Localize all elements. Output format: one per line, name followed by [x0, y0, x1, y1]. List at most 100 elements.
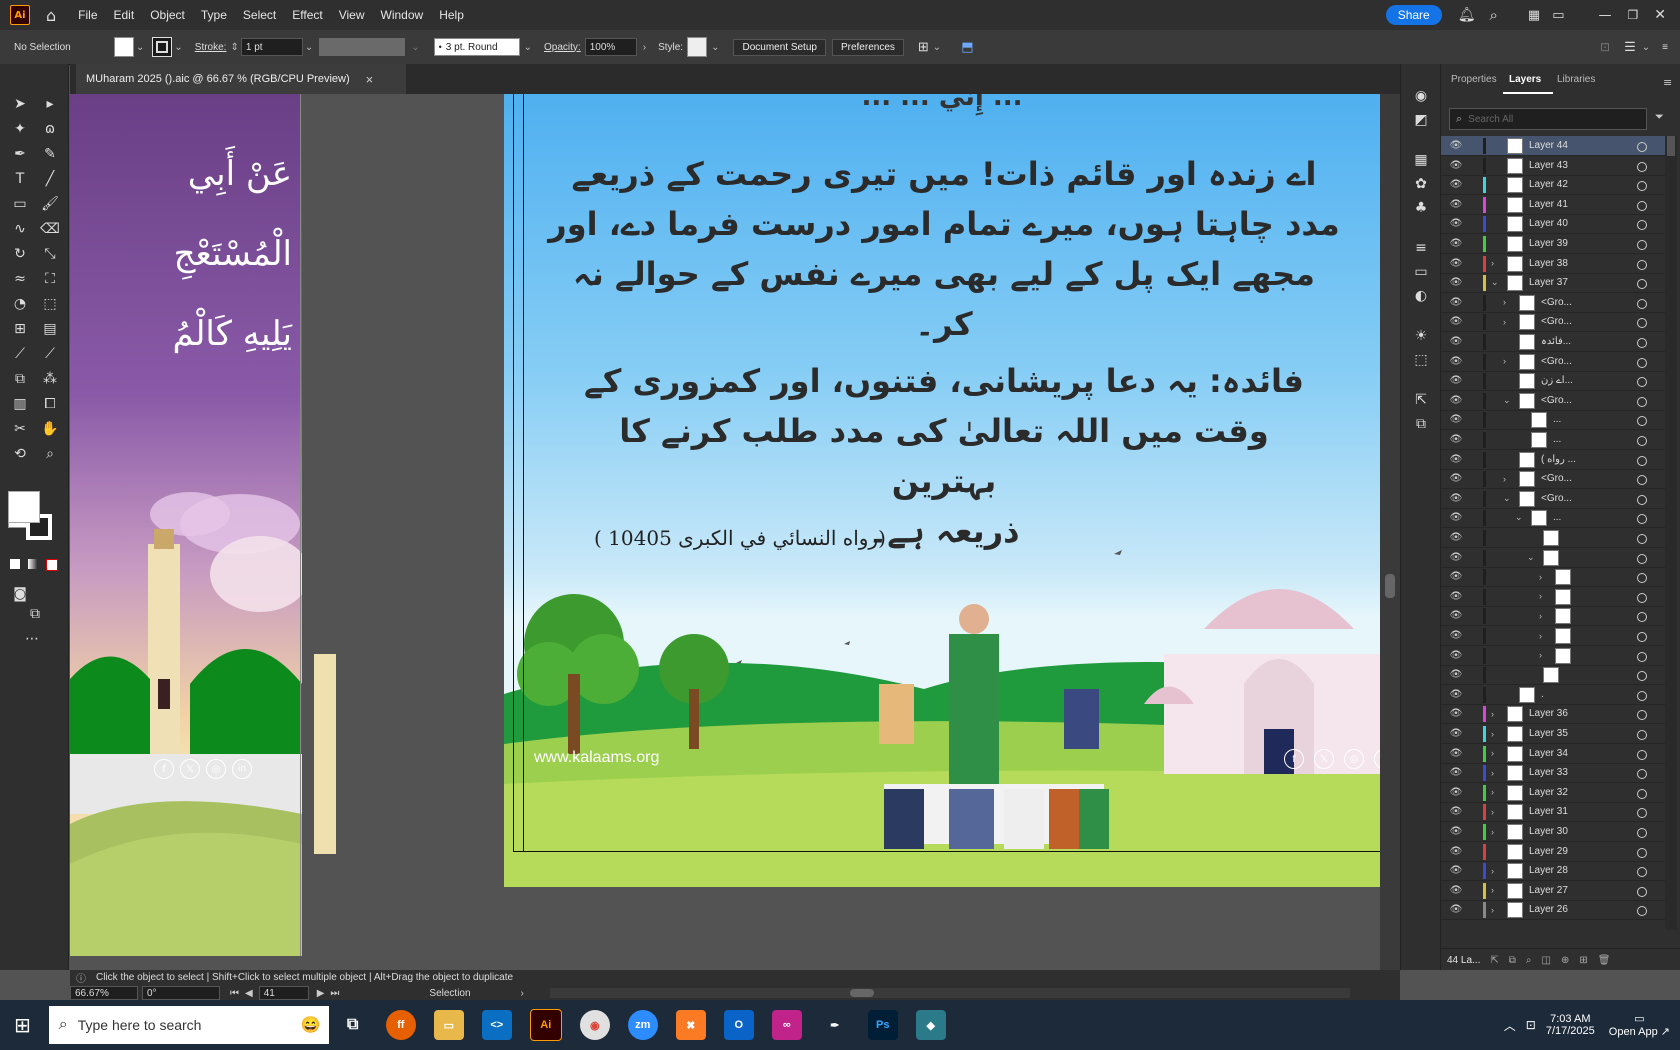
tray-chevron-icon[interactable]: ︿ [1504, 1017, 1516, 1034]
expand-toggle-icon[interactable]: › [1491, 787, 1501, 797]
expand-toggle-icon[interactable]: › [1491, 258, 1501, 268]
recolor-icon[interactable]: ⬒ [961, 39, 973, 55]
symbol-sprayer-tool-icon[interactable]: ⁂ [40, 369, 60, 389]
visibility-eye-icon[interactable]: 👁︎ [1449, 846, 1463, 857]
layer-target-icon[interactable] [1637, 455, 1647, 466]
layer-row[interactable]: 👁︎ [1441, 665, 1665, 686]
line-tool-icon[interactable]: ╱ [40, 169, 60, 189]
variable-width-profile[interactable] [319, 38, 406, 56]
expand-toggle-icon[interactable]: ⌄ [1491, 277, 1501, 288]
expand-toggle-icon[interactable]: › [1491, 709, 1501, 719]
menu-view[interactable]: View [331, 8, 373, 22]
style-dropdown-icon[interactable]: ⌄ [711, 42, 719, 53]
task-view-icon[interactable]: ⧉ [338, 1010, 368, 1040]
layer-name[interactable]: Layer 26 [1529, 904, 1568, 915]
last-artboard-icon[interactable]: ⏭ [330, 988, 339, 999]
vscode-icon[interactable]: <> [481, 1010, 512, 1040]
visibility-eye-icon[interactable]: 👁︎ [1449, 218, 1463, 229]
visibility-eye-icon[interactable]: 👁︎ [1449, 395, 1463, 406]
outlook-icon[interactable]: O [723, 1010, 754, 1040]
artboard-tool-icon[interactable]: ⧠ [40, 394, 60, 414]
layer-target-icon[interactable] [1637, 240, 1647, 250]
arrange-documents-icon[interactable]: ▦ [1528, 8, 1540, 23]
layer-name[interactable]: فائدہ... [1541, 336, 1571, 347]
new-sublayer-icon[interactable]: ⊕ [1561, 955, 1569, 966]
layer-target-icon[interactable] [1637, 436, 1647, 446]
rectangle-tool-icon[interactable]: ▭ [10, 194, 30, 214]
share-button[interactable]: Share [1385, 5, 1442, 25]
layer-target-icon[interactable] [1637, 161, 1647, 172]
column-graph-tool-icon[interactable]: ▥ [10, 394, 30, 414]
expand-toggle-icon[interactable]: › [1491, 905, 1501, 915]
visibility-eye-icon[interactable]: 👁︎ [1449, 140, 1463, 151]
layer-row[interactable]: 👁︎ Layer 41 [1441, 195, 1665, 215]
creative-cloud-icon[interactable]: ∞ [771, 1010, 802, 1040]
lasso-tool-icon[interactable]: ɷ [40, 119, 60, 139]
layer-row[interactable]: 👁︎ › Layer 28 [1441, 861, 1665, 882]
layer-row[interactable]: 👁︎ › Layer 36 [1441, 704, 1665, 725]
layer-name[interactable]: Layer 37 [1529, 277, 1568, 288]
graphic-styles-icon[interactable]: ⬚ [1411, 350, 1431, 370]
expand-toggle-icon[interactable]: › [1503, 474, 1513, 484]
menu-select[interactable]: Select [235, 8, 284, 22]
layer-row[interactable]: 👁︎ ( رواه ... [1441, 450, 1665, 470]
graphic-style-swatch[interactable] [687, 37, 708, 57]
layer-target-icon[interactable] [1637, 220, 1647, 231]
layer-row[interactable]: 👁︎ › [1441, 626, 1665, 646]
stroke-swatch[interactable] [152, 37, 173, 57]
locate-object-icon[interactable]: ⌕ [1526, 955, 1532, 966]
expand-toggle-icon[interactable]: › [1539, 611, 1549, 621]
layer-target-icon[interactable] [1637, 651, 1647, 662]
teal-app-icon[interactable]: ◆ [915, 1010, 946, 1040]
visibility-eye-icon[interactable]: 👁︎ [1449, 454, 1463, 465]
layer-row[interactable]: 👁︎ Layer 29 [1441, 842, 1665, 862]
layer-row[interactable]: 👁︎ › Layer 31 [1441, 802, 1665, 823]
layer-name[interactable]: <Gro... [1541, 493, 1572, 504]
gradient-tool-icon[interactable]: ▤ [40, 319, 60, 339]
visibility-eye-icon[interactable]: 👁︎ [1449, 258, 1463, 269]
visibility-eye-icon[interactable]: 👁︎ [1449, 787, 1463, 798]
layer-target-icon[interactable] [1637, 416, 1647, 427]
firefox-icon[interactable]: ff [385, 1010, 416, 1040]
profile-dropdown-icon[interactable]: ⌄ [411, 42, 419, 53]
visibility-eye-icon[interactable]: 👁︎ [1449, 885, 1463, 896]
clock[interactable]: 7:03 AM 7/17/2025 [1546, 1013, 1595, 1037]
draw-normal-icon[interactable]: ◙ [10, 584, 30, 604]
layer-name[interactable]: Layer 34 [1529, 748, 1568, 759]
type-tool-icon[interactable]: T [10, 169, 30, 189]
visibility-eye-icon[interactable]: 👁︎ [1449, 375, 1463, 386]
layer-target-icon[interactable] [1637, 612, 1647, 623]
expand-toggle-icon[interactable]: › [1503, 356, 1513, 366]
notification-area[interactable]: ▭ Open App ↗ [1609, 1012, 1670, 1038]
restore-icon[interactable]: ❐ [1628, 8, 1639, 22]
visibility-eye-icon[interactable]: 👁︎ [1449, 336, 1463, 347]
close-window-icon[interactable]: ✕ [1654, 7, 1666, 23]
layer-target-icon[interactable] [1637, 573, 1647, 584]
visibility-eye-icon[interactable]: 👁︎ [1449, 865, 1463, 876]
layer-target-icon[interactable] [1637, 142, 1647, 152]
layer-name[interactable]: Layer 32 [1529, 787, 1568, 798]
expand-toggle-icon[interactable]: › [1539, 572, 1549, 582]
visibility-eye-icon[interactable]: 👁︎ [1449, 356, 1463, 367]
layer-row[interactable]: 👁︎ › <Gro... [1441, 312, 1665, 333]
slice-tool-icon[interactable]: ✂ [10, 419, 30, 439]
visibility-eye-icon[interactable]: 👁︎ [1449, 179, 1463, 190]
layer-name[interactable]: <Gro... [1541, 316, 1572, 327]
layer-row[interactable]: 👁︎ ⌄ <Gro... [1441, 391, 1665, 411]
layer-name[interactable]: ( رواه ... [1541, 454, 1576, 465]
layer-name[interactable]: Layer 40 [1529, 218, 1568, 229]
home-icon[interactable]: ⌂ [46, 6, 56, 25]
shaper-tool-icon[interactable]: ∿ [10, 219, 30, 239]
layer-name[interactable]: Layer 33 [1529, 767, 1568, 778]
layer-target-icon[interactable] [1637, 181, 1647, 192]
expand-toggle-icon[interactable]: › [1491, 729, 1501, 739]
gradient-mode-icon[interactable] [28, 559, 38, 569]
visibility-eye-icon[interactable]: 👁︎ [1449, 199, 1463, 210]
layer-target-icon[interactable] [1637, 259, 1647, 270]
expand-toggle-icon[interactable]: › [1539, 631, 1549, 641]
visibility-eye-icon[interactable]: 👁︎ [1449, 767, 1463, 778]
layer-name[interactable]: <Gro... [1541, 356, 1572, 367]
menu-help[interactable]: Help [431, 8, 472, 22]
visibility-eye-icon[interactable]: 👁︎ [1449, 512, 1463, 523]
layer-name[interactable]: Layer 31 [1529, 806, 1568, 817]
